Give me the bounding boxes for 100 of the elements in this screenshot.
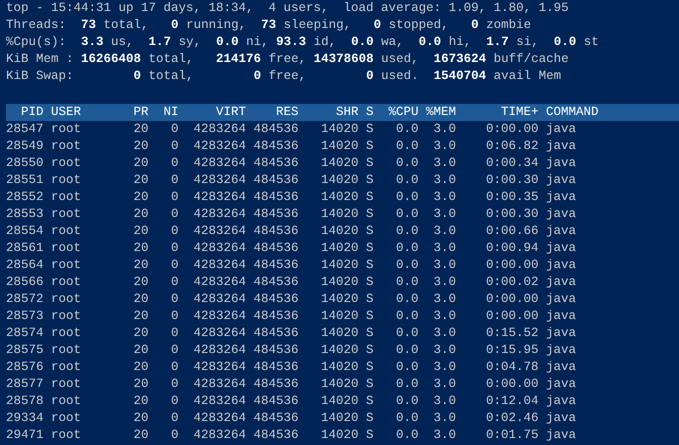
table-cell-text: 3.0 [432,291,456,308]
table-cell-text: 0 [170,240,178,257]
table-cell-text: java [545,121,578,138]
table-cell-text: 0:00.00 [484,291,538,308]
table-cell-text: S [365,308,374,325]
table-cell-text: 4283264 [192,410,246,427]
table-cell-text: 3.0 [432,138,456,155]
table-cell-text: 484536 [252,325,298,342]
table-cell: 28564 [6,257,44,274]
table-cell-text: S [365,223,374,240]
table-cell-text: 0:00.35 [484,189,538,206]
table-cell-text: 0.0 [394,274,418,291]
table-cell-text: root [50,121,82,138]
table-cell-text: 4283264 [192,189,246,206]
table-cell-text: S [365,393,374,410]
summary-line: Threads: 73 total, 0 running, 73 sleeping, 0 stopped, 0 zombie [6,17,532,34]
table-cell-text: S [365,274,374,291]
table-cell-text: 0 [170,223,178,240]
table-cell: 28554 [6,223,44,240]
table-cell-text: 20 [132,206,148,223]
table-cell-text: 0:06.82 [484,138,538,155]
table-cell-text: 20 [132,189,148,206]
table-cell: 29471 [6,427,44,444]
table-cell-text: S [365,189,374,206]
table-cell-text: 3.0 [432,155,456,172]
table-cell-text: 0.0 [394,427,418,444]
table-cell-text: 484536 [252,308,298,325]
table-cell-text: 3.0 [432,121,456,138]
table-cell-text: 3.0 [432,308,456,325]
table-cell-text: java [545,291,578,308]
table-cell-text: 0.0 [394,240,418,257]
table-cell-text: 484536 [252,189,298,206]
table-cell-text: root [50,291,82,308]
table-cell-text: 484536 [252,138,298,155]
table-cell-text: 3.0 [432,274,456,291]
column-header: COMMAND [545,104,600,121]
table-cell-text: 484536 [252,410,298,427]
table-cell-text: java [545,223,578,240]
table-cell-text: 14020 [320,274,358,291]
table-cell-text: 0 [170,308,178,325]
table-cell-text: root [50,206,82,223]
table-cell-text: 3.0 [432,325,456,342]
table-cell-text: java [545,206,578,223]
table-cell-text: 14020 [320,359,358,376]
table-cell-text: 0:00.30 [484,206,538,223]
table-cell-text: java [545,274,578,291]
table-cell-text: 484536 [252,172,298,189]
table-cell-text: S [365,410,374,427]
column-header: %MEM [424,104,456,121]
table-cell-text: 4283264 [192,172,246,189]
table-cell-text: S [365,359,374,376]
table-cell-text: 0:02.46 [484,410,538,427]
table-cell-text: 0.0 [394,410,418,427]
column-header: PR [132,104,148,121]
table-cell-text: S [365,121,374,138]
table-cell-text: S [365,172,374,189]
table-cell: 28566 [6,274,44,291]
table-cell-text: java [545,359,578,376]
table-cell-text: root [50,155,82,172]
table-cell-text: 0 [170,155,178,172]
table-cell-text: S [365,257,374,274]
table-cell-text: 14020 [320,240,358,257]
table-cell: 28576 [6,359,44,376]
table-cell-text: 0 [170,376,178,393]
table-cell-text: 3.0 [432,240,456,257]
table-cell-text: 0:00.30 [484,172,538,189]
table-cell-text: 484536 [252,359,298,376]
table-cell-text: S [365,240,374,257]
table-cell-text: java [545,240,578,257]
table-cell-text: 4283264 [192,223,246,240]
table-cell-text: root [50,189,82,206]
table-cell-text: 0 [170,172,178,189]
table-cell-text: S [365,376,374,393]
table-cell-text: 14020 [320,121,358,138]
summary-line: KiB Mem : 16266408 total, 214176 free, 14378608 used, 1673624 buff/cache [6,51,570,68]
table-cell-text: 20 [132,121,148,138]
table-cell-text: root [50,427,82,444]
table-cell: 28574 [6,325,44,342]
table-cell-text: 484536 [252,155,298,172]
table-cell: 29334 [6,410,44,427]
table-cell-text: 20 [132,427,148,444]
table-cell-text: java [545,376,578,393]
summary-line: KiB Swap: 0 total, 0 free, 0 used. 1540704 avail Mem [6,68,562,85]
table-cell-text: 4283264 [192,359,246,376]
table-cell-text: 20 [132,342,148,359]
table-cell-text: 20 [132,138,148,155]
column-header: USER [50,104,82,121]
table-cell: 28561 [6,240,44,257]
table-cell-text: 0:00.66 [484,223,538,240]
table-cell-text: S [365,206,374,223]
table-cell-text: 4283264 [192,138,246,155]
table-cell: 28577 [6,376,44,393]
table-cell-text: 20 [132,257,148,274]
table-cell-text: 4283264 [192,274,246,291]
table-cell: 28575 [6,342,44,359]
table-cell-text: 14020 [320,325,358,342]
table-cell-text: java [545,427,578,444]
table-cell-text: 14020 [320,427,358,444]
table-cell: 28547 [6,121,44,138]
table-cell-text: 0 [170,274,178,291]
